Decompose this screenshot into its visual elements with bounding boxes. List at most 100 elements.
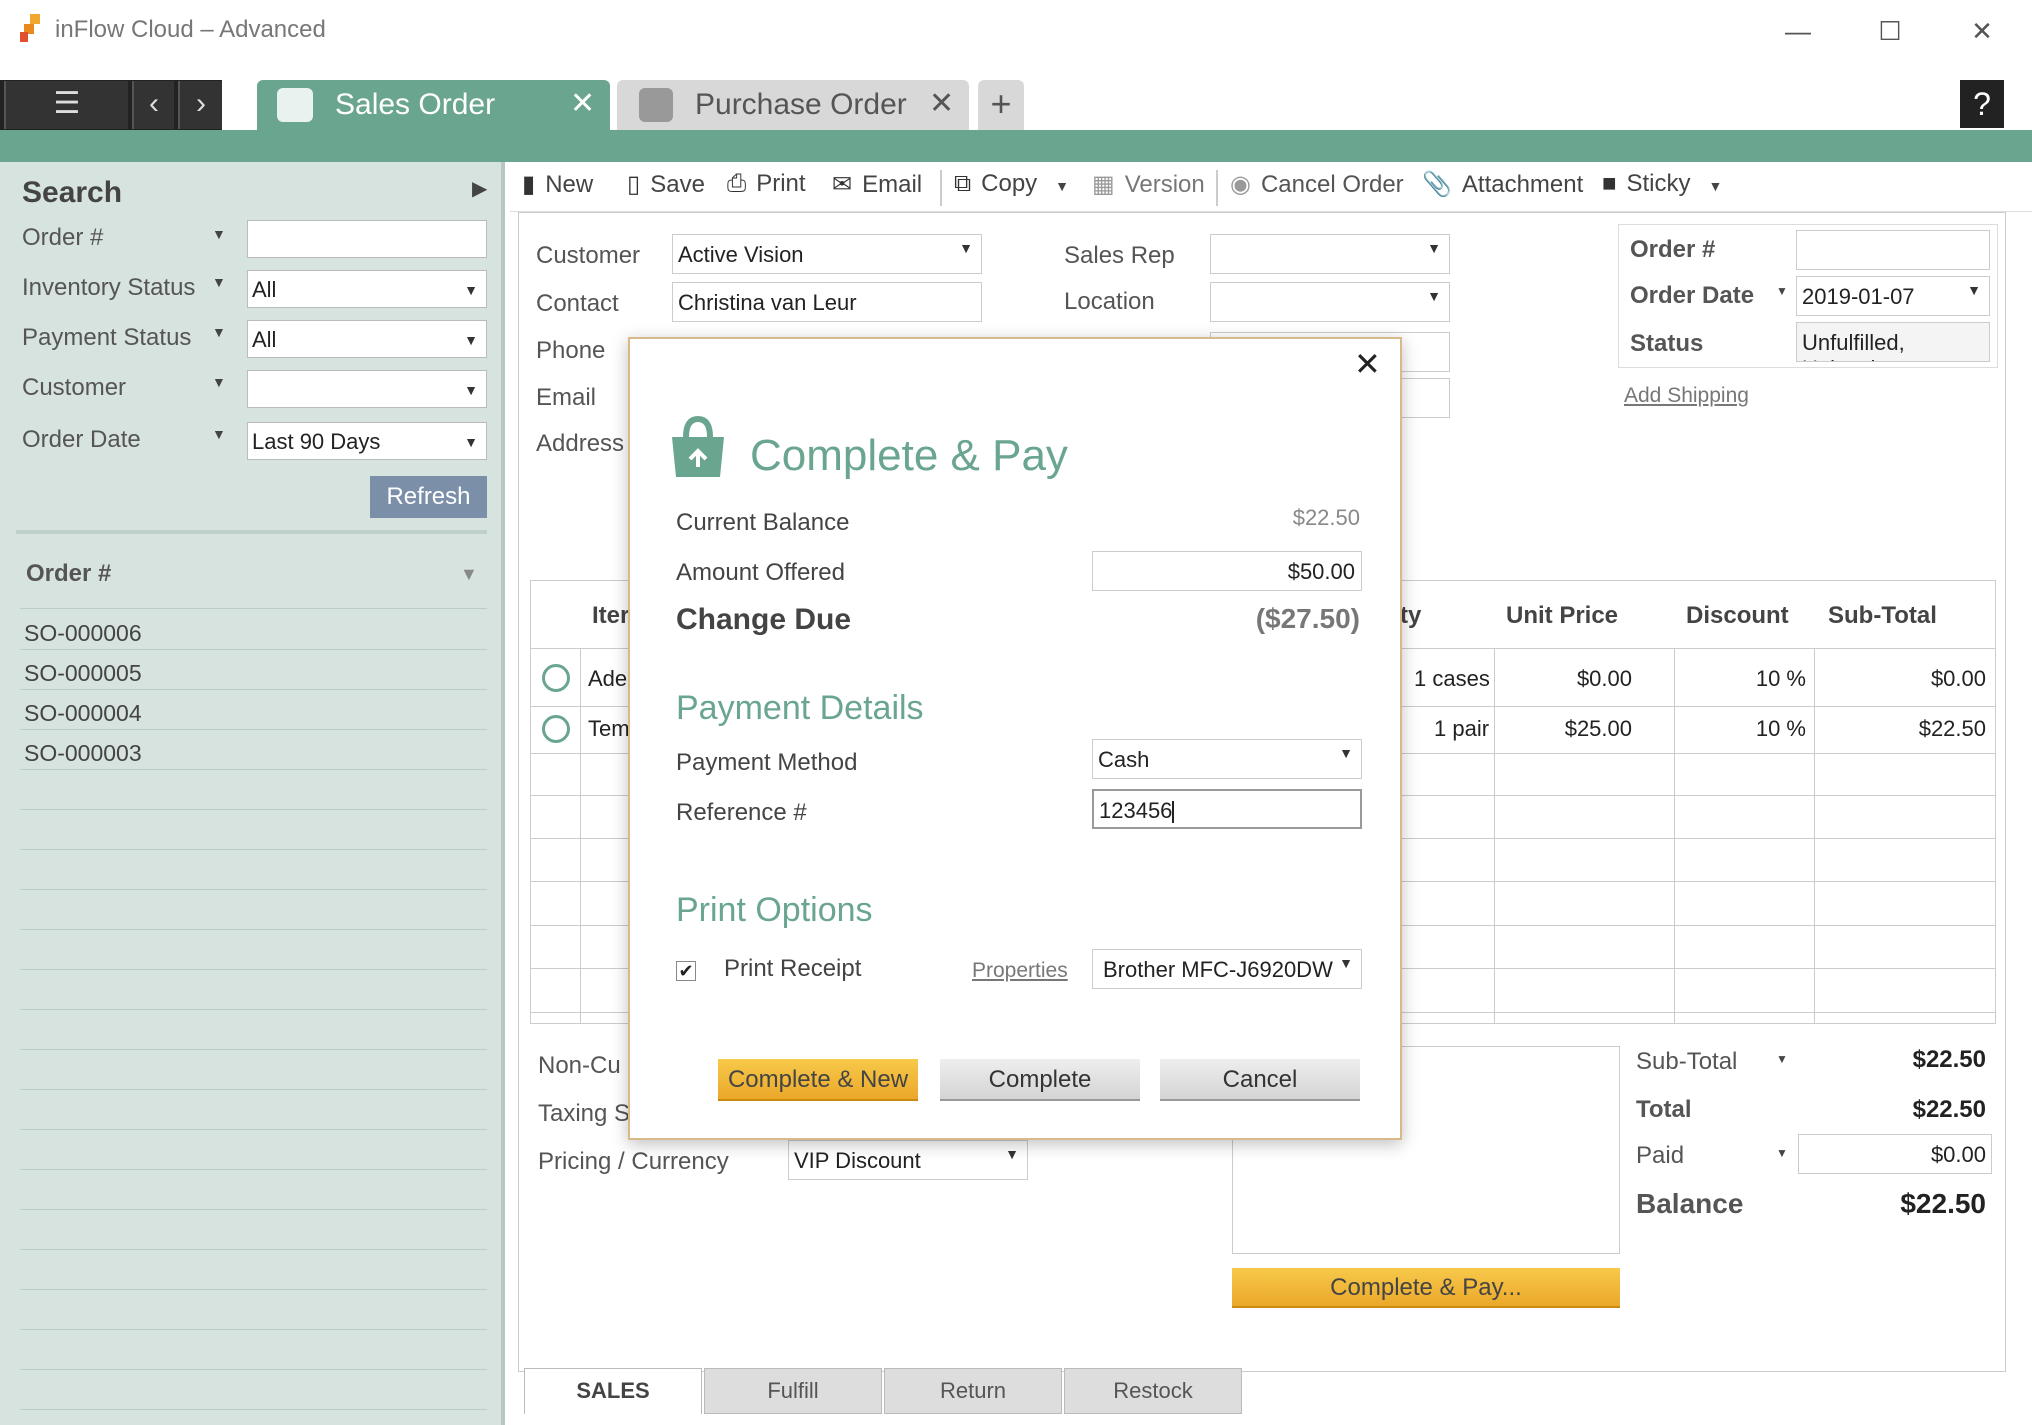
status-value: Unfulfilled, Uninvoic [1796,322,1990,362]
pricing-currency-select[interactable]: VIP Discount ▼ [788,1140,1028,1180]
close-tab-icon[interactable]: ✕ [570,86,595,121]
new-button[interactable]: ▮ New [522,170,593,199]
select-value: All [252,327,277,352]
paid-input[interactable]: $0.00 [1798,1134,1992,1174]
column-header-subtotal[interactable]: Sub-Total [1828,602,1937,630]
reference-label: Reference # [676,799,807,826]
subtotal: $22.50 [1918,716,1986,741]
amount-offered-input[interactable]: $50.00 [1092,551,1362,591]
row-status-icon[interactable] [542,664,570,692]
version-label: Version [1124,171,1205,198]
customer-select[interactable]: ▼ [247,370,487,408]
filter-mode-icon[interactable]: ▼ [212,324,226,340]
help-button[interactable]: ? [1960,80,2004,128]
chevron-down-icon[interactable]: ▼ [1055,178,1069,194]
order-list-item[interactable]: SO-000006 [20,610,487,650]
add-tab-button[interactable]: + [978,80,1024,130]
quantity[interactable]: 1 cases [1414,666,1490,692]
search-panel: Search ▶ Order # ▼ Inventory Status ▼ Al… [0,162,505,1425]
chevron-down-icon: ▼ [1967,282,1981,298]
save-button[interactable]: ▯ Save [627,170,705,199]
copy-label: Copy [981,170,1038,197]
discount[interactable]: 10 % [1756,666,1806,692]
column-header-quantity[interactable]: ty [1400,602,1421,630]
empty-row [20,1130,487,1170]
refresh-button[interactable]: Refresh [370,476,487,518]
column-header-discount[interactable]: Discount [1686,602,1789,630]
payment-status-select[interactable]: All ▼ [247,320,487,358]
add-shipping-link[interactable]: Add Shipping [1624,384,1749,408]
subtotal: $0.00 [1930,666,1986,691]
order-list-item[interactable]: SO-000004 [20,690,487,730]
close-tab-icon[interactable]: ✕ [929,86,954,121]
sticky-button[interactable]: ■ Sticky ▼ [1602,170,1722,198]
order-date-select[interactable]: Last 90 Days ▼ [247,422,487,460]
unit-price[interactable]: $25.00 [1565,716,1632,742]
empty-row [20,970,487,1010]
order-list-item[interactable]: SO-000003 [20,730,487,770]
column-header-unit-price[interactable]: Unit Price [1506,602,1618,630]
complete-pay-button[interactable]: Complete & Pay... [1232,1268,1620,1308]
quantity[interactable]: 1 pair [1434,716,1489,742]
contact-input[interactable]: Christina van Leur [672,282,982,322]
back-arrow-icon[interactable]: ‹ [132,81,174,129]
tab-purchase-order[interactable]: Purchase Order ✕ [617,80,969,130]
payment-method-select[interactable]: Cash ▼ [1092,739,1362,779]
maximize-button[interactable]: ☐ [1860,10,1920,52]
cancel-button[interactable]: Cancel [1160,1059,1360,1101]
order-number-input[interactable] [247,220,487,258]
paid-options-icon[interactable]: ▼ [1776,1146,1788,1160]
forward-arrow-icon[interactable]: › [178,81,222,129]
complete-button[interactable]: Complete [940,1059,1140,1101]
menu-icon[interactable]: ☰ [4,81,128,129]
location-label: Location [1064,288,1155,315]
inventory-status-select[interactable]: All ▼ [247,270,487,308]
tab-restock[interactable]: Restock [1064,1368,1242,1414]
tab-fulfill[interactable]: Fulfill [704,1368,882,1414]
close-window-button[interactable]: ✕ [1952,10,2012,52]
discount[interactable]: 10 % [1756,716,1806,742]
copy-button[interactable]: ⧉ Copy ▼ [954,170,1069,198]
row-status-icon[interactable] [542,715,570,743]
filter-mode-icon[interactable]: ▼ [212,426,226,442]
print-button[interactable]: ⎙ Print [727,170,806,198]
print-label: Print [756,170,806,197]
unit-price[interactable]: $0.00 [1577,666,1632,692]
attachment-button[interactable]: 📎 Attachment [1422,170,1583,199]
order-list-item[interactable]: SO-000005 [20,650,487,690]
tab-sales[interactable]: SALES [524,1368,702,1414]
column-header-item[interactable]: Iter [592,602,629,630]
print-receipt-checkbox[interactable]: ✔ [676,961,696,981]
sort-icon[interactable]: ▼ [460,564,478,585]
printer-select[interactable]: Brother MFC-J6920DW ▼ [1092,949,1362,989]
order-list-header[interactable]: Order # [26,560,111,588]
reference-input[interactable]: 123456 [1092,789,1362,829]
date-mode-icon[interactable]: ▼ [1776,284,1788,298]
tab-return[interactable]: Return [884,1368,1062,1414]
subtotal-options-icon[interactable]: ▼ [1776,1052,1788,1066]
properties-link[interactable]: Properties [972,959,1068,983]
filter-mode-icon[interactable]: ▼ [212,374,226,390]
order-date-input[interactable]: 2019-01-07 ▼ [1796,276,1990,316]
empty-row [20,1330,487,1370]
complete-and-new-button[interactable]: Complete & New [718,1059,918,1101]
location-select[interactable]: ▼ [1210,282,1450,322]
item-name[interactable]: Tem [588,716,630,742]
tab-sales-order[interactable]: Sales Order ✕ [257,80,610,130]
chevron-down-icon[interactable]: ▼ [1709,178,1723,194]
filter-mode-icon[interactable]: ▼ [212,226,226,242]
text-cursor [1172,801,1175,824]
email-button[interactable]: ✉ Email [832,170,922,199]
filter-mode-icon[interactable]: ▼ [212,274,226,290]
collapse-panel-icon[interactable]: ▶ [472,176,487,201]
chevron-down-icon: ▼ [464,332,478,348]
print-receipt-label: Print Receipt [724,955,862,982]
date-value: 2019-01-07 [1802,284,1915,309]
cancel-order-button[interactable]: ◉ Cancel Order [1230,170,1404,199]
version-button[interactable]: ▦ Version [1092,170,1205,199]
close-icon[interactable]: ✕ [1354,345,1381,383]
minimize-button[interactable]: — [1768,10,1828,52]
sales-rep-select[interactable]: ▼ [1210,234,1450,274]
order-number-input[interactable] [1796,230,1990,270]
customer-select[interactable]: Active Vision ▼ [672,234,982,274]
